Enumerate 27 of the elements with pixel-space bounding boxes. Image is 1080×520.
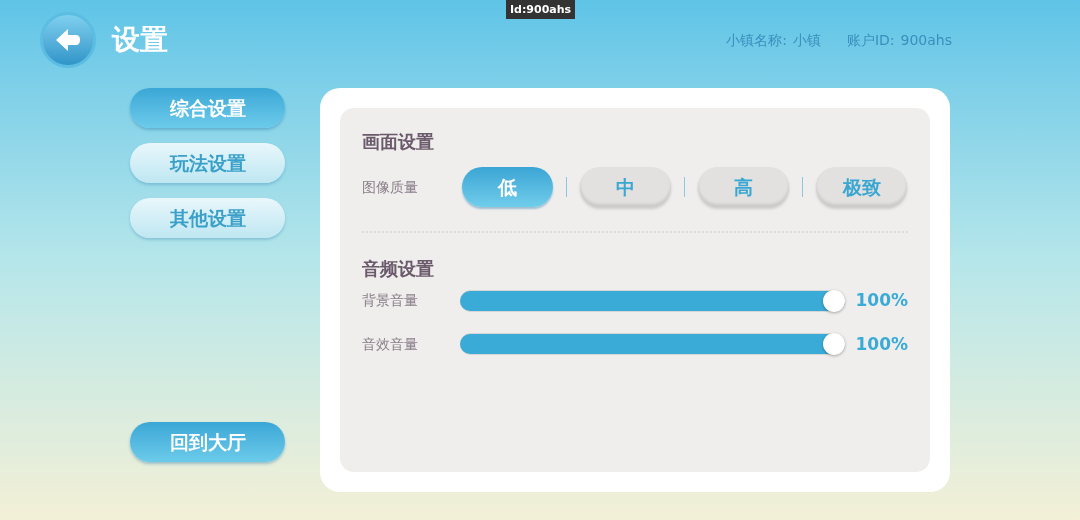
account-id: 900ahs bbox=[900, 30, 952, 50]
section-title: 画面设置 bbox=[362, 130, 435, 154]
back-button[interactable] bbox=[40, 12, 96, 68]
slider-thumb[interactable] bbox=[823, 289, 846, 312]
volume-reading: 100% bbox=[855, 332, 908, 356]
sidebar-tab[interactable]: 其他设置 bbox=[130, 198, 285, 238]
slider-thumb[interactable] bbox=[823, 333, 846, 356]
quality-option[interactable]: 高 bbox=[698, 167, 789, 207]
sidebar-tab[interactable]: 玩法设置 bbox=[130, 143, 285, 183]
town-label: 小镇名称: bbox=[726, 30, 787, 50]
back-arrow-icon bbox=[54, 27, 82, 53]
setting-label: 图像质量 bbox=[362, 177, 419, 197]
account-label: 账户ID: bbox=[846, 30, 895, 50]
volume-slider[interactable] bbox=[459, 333, 846, 356]
quality-option[interactable]: 中 bbox=[580, 167, 671, 207]
town-name: 小镇 bbox=[792, 30, 821, 50]
return-lobby-button[interactable]: 回到大厅 bbox=[130, 422, 285, 462]
volume-slider[interactable] bbox=[459, 289, 846, 312]
quality-option[interactable]: 极致 bbox=[816, 167, 907, 207]
volume-reading: 100% bbox=[855, 289, 908, 312]
section-title: 音频设置 bbox=[362, 257, 435, 281]
setting-label: 音效音量 bbox=[362, 334, 419, 354]
player-id-badge: Id:900ahs bbox=[506, 0, 576, 19]
quality-option[interactable]: 低 bbox=[462, 167, 553, 207]
setting-label: 背景音量 bbox=[362, 291, 419, 311]
page-title: 设置 bbox=[112, 22, 168, 58]
sidebar-tab[interactable]: 综合设置 bbox=[130, 88, 285, 128]
